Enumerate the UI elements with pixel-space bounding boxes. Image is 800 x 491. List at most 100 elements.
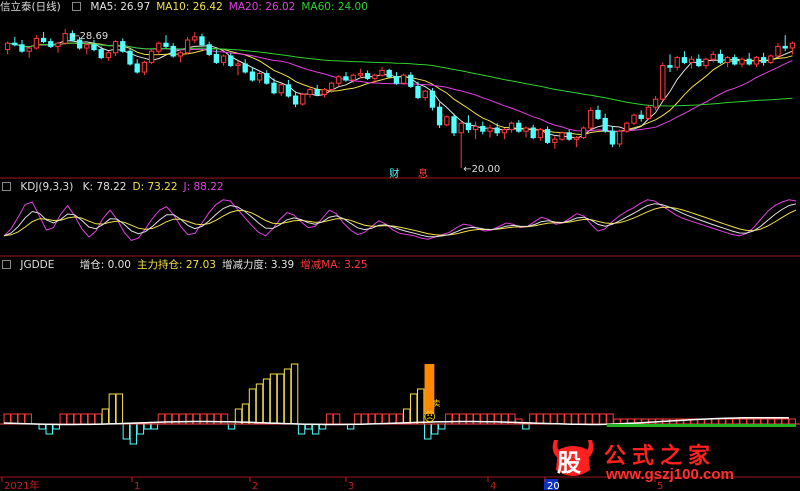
candle-body: [782, 45, 788, 49]
ma5-line: [7, 40, 793, 139]
jgdde-bar-down: [150, 423, 159, 430]
candle-body: [40, 37, 47, 43]
jgdde-bar-up: [24, 413, 32, 425]
jgdde-bar-up: [746, 418, 754, 425]
jgdde-indicator-2: 增减力度: 3.39: [221, 259, 295, 271]
candle-body: [696, 58, 702, 67]
jgdde-bar-up: [353, 413, 362, 425]
event-label: 息: [418, 167, 428, 180]
candlestick-panel[interactable]: ←28.69 ←20.00 财 息: [0, 28, 800, 180]
event-label: 财: [389, 167, 399, 180]
jgdde-bar-up: [781, 418, 789, 425]
candle-body: [91, 44, 97, 51]
jgdde-bar-down: [143, 423, 152, 430]
candle-body: [602, 117, 608, 132]
candle-body: [84, 44, 90, 49]
jgdde-bar-up: [557, 413, 565, 425]
candle-body: [732, 57, 738, 65]
jgdde-panel[interactable]: ☹卖: [0, 363, 800, 445]
jgdde-bar-up: [578, 413, 586, 425]
jgdde-bar-down: [311, 423, 320, 435]
candle-body: [624, 122, 630, 132]
jgdde-bar-up: [550, 413, 558, 425]
candle-body: [458, 122, 464, 134]
candle-body: [336, 76, 342, 84]
candle-body: [235, 63, 241, 67]
candle-body: [631, 114, 637, 124]
axis-label: 4: [490, 481, 496, 491]
jgdde-green-strip: [606, 424, 796, 427]
candle-body: [451, 116, 457, 134]
candle-body: [206, 44, 212, 55]
candle-body: [573, 137, 580, 140]
candle-body: [465, 122, 472, 131]
settings-box-icon[interactable]: [2, 260, 11, 269]
kdj-panel[interactable]: [0, 199, 800, 257]
ma-indicator-0: MA5: 26.97: [90, 1, 151, 13]
candle-body: [256, 73, 263, 81]
ma20-line: [7, 42, 793, 132]
candle-body: [127, 50, 133, 65]
candle-body: [768, 55, 774, 63]
kdj-d-line: [3, 206, 797, 237]
candle-body: [609, 130, 616, 145]
candle-body: [350, 74, 356, 81]
jgdde-bar-down: [136, 423, 145, 435]
jgdde-bar-up: [788, 418, 796, 425]
axis-label: 2021年: [4, 479, 39, 491]
jgdde-bar-up: [480, 413, 488, 425]
jgdde-bar-up: [101, 408, 110, 425]
jgdde-bar-up: [760, 418, 768, 425]
candle-body: [285, 84, 292, 97]
candle-body: [12, 42, 18, 46]
candle-body: [292, 95, 299, 105]
jgdde-bar-up: [332, 413, 341, 425]
candle-body: [566, 132, 572, 140]
main-legend: 信立泰(日线) MA5: 26.97 MA10: 26.42 MA20: 26.02…: [0, 0, 380, 14]
jgdde-bar-up: [269, 373, 278, 425]
candle-body: [62, 33, 68, 44]
candle-body: [480, 125, 486, 132]
low-marker: ←20.00: [463, 164, 500, 175]
candle-body: [112, 41, 119, 54]
candle-body: [422, 90, 428, 99]
jgdde-bar-up: [473, 413, 481, 425]
jgdde-bar-up: [94, 413, 103, 425]
candle-body: [33, 37, 40, 49]
candle-body: [580, 127, 587, 139]
jgdde-bar-up: [753, 418, 761, 425]
candle-body: [681, 57, 688, 63]
jgdde-bar-up: [325, 413, 334, 425]
watermark: 股 公式之家 www.gszj100.com: [544, 436, 794, 486]
jgdde-bar-up: [403, 408, 411, 425]
jgdde-bar-up: [115, 393, 124, 425]
jgdde-bar-up: [108, 393, 117, 425]
candle-body: [516, 122, 522, 132]
jgdde-bar-down: [431, 423, 439, 435]
candle-body: [307, 89, 313, 95]
candle-body: [667, 65, 673, 68]
candle-body: [400, 74, 407, 84]
jgdde-bar-up: [213, 413, 222, 425]
settings-box-icon[interactable]: [2, 182, 11, 191]
candle-body: [444, 116, 450, 126]
jgdde-bar-up: [276, 373, 285, 425]
candle-body: [328, 82, 335, 91]
jgdde-bar-up: [445, 413, 453, 425]
jgdde-bar-up: [381, 413, 390, 425]
candle-body: [386, 69, 392, 78]
candle-body: [134, 63, 140, 73]
candle-body: [393, 76, 400, 84]
ma-indicators: MA5: 26.97 MA10: 26.42 MA20: 26.02 MA60: 24…: [90, 1, 374, 13]
jgdde-bar-up: [466, 413, 474, 425]
kdj-j-line: [3, 199, 797, 241]
jgdde-bar-down: [424, 423, 432, 440]
candle-body: [156, 42, 162, 52]
candle-body: [789, 42, 796, 49]
jgdde-title: JGDDE: [20, 259, 55, 271]
candle-body: [674, 57, 680, 68]
candle-body: [717, 53, 724, 63]
settings-box-icon[interactable]: [72, 2, 82, 11]
candle-body: [523, 127, 529, 132]
candle-body: [300, 93, 306, 105]
